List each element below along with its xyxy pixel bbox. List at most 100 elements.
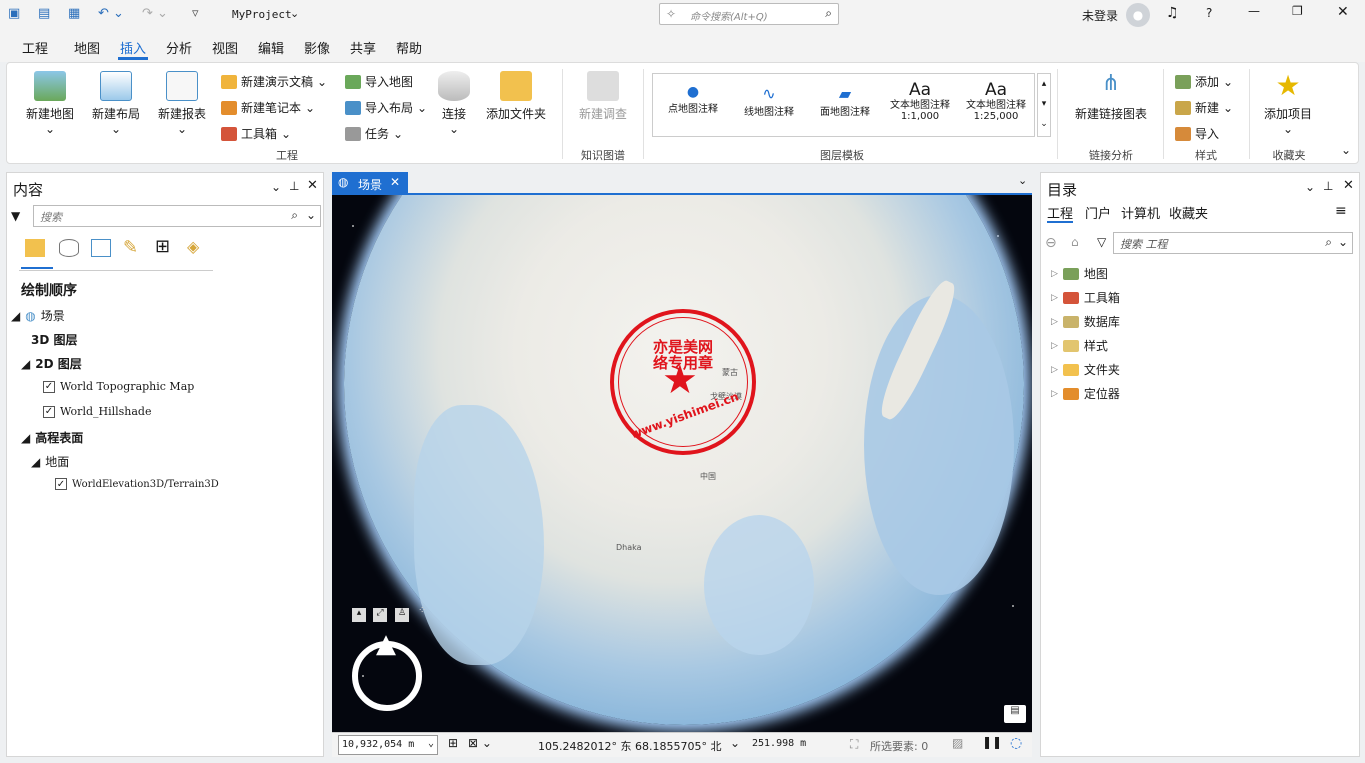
snapping-icon[interactable]: ⊞ [155, 236, 170, 257]
add-folder-button[interactable]: 添加文件夹 [483, 71, 549, 122]
scale-select[interactable]: 10,932,054 m ⌄ [338, 735, 438, 755]
drawing-order-icon[interactable] [25, 239, 45, 257]
tab-share[interactable]: 共享 [350, 38, 376, 57]
command-search-input[interactable]: ✧ 命令搜索(Alt+Q) ⌕ [659, 3, 839, 25]
new-map-button[interactable]: 新建地图 ⌄ [21, 71, 79, 136]
back-icon[interactable]: ⊖ [1045, 235, 1057, 251]
catalog-item-toolboxes[interactable]: ▷ 工具箱 [1051, 289, 1120, 306]
full-extent-icon[interactable]: ⤢ [373, 608, 387, 622]
chevron-down-icon[interactable]: ⌄ [730, 736, 740, 750]
tab-scene-view[interactable]: ◍ 场景 ✕ [332, 172, 408, 195]
add-style-button[interactable]: 添加 ⌄ [1175, 73, 1233, 90]
scene-view[interactable]: 蒙古 戈壁沙漠 中国 Dhaka 亦是美网络专用章 ★ www.yishimei… [332, 195, 1032, 732]
layer-visibility-checkbox[interactable]: ✓ [43, 380, 55, 393]
layer-world-hillshade[interactable]: ✓ World_Hillshade [43, 405, 152, 418]
connect-button[interactable]: 连接 ⌄ [431, 71, 477, 136]
selection-icon[interactable] [91, 239, 111, 257]
chevron-down-icon[interactable]: ⌄ [306, 208, 316, 222]
menu-icon[interactable]: ≡ [1335, 203, 1347, 219]
tab-catalog-project[interactable]: 工程 [1047, 203, 1073, 222]
new-notebook-button[interactable]: 新建笔记本 ⌄ [221, 99, 315, 116]
redo-icon[interactable]: ↷ ⌄ [142, 6, 168, 21]
labeling-icon[interactable]: ◈ [187, 237, 199, 256]
tree-item-3d-layers[interactable]: 3D 图层 [31, 331, 78, 348]
avatar[interactable]: ● [1126, 3, 1150, 27]
import-layout-button[interactable]: 导入布局 ⌄ [345, 99, 427, 116]
close-icon[interactable]: ✕ [307, 178, 318, 193]
tree-item-ground[interactable]: ◢ 地面 [31, 453, 69, 470]
tab-map[interactable]: 地图 [74, 38, 100, 57]
chevron-down-icon[interactable]: ⌄ [271, 180, 281, 194]
project-name[interactable]: MyProject [232, 8, 292, 21]
tree-item-2d-layers[interactable]: ◢ 2D 图层 [21, 355, 82, 372]
new-style-button[interactable]: 新建 ⌄ [1175, 99, 1233, 116]
minimize-icon[interactable]: — [1248, 4, 1260, 18]
pin-icon[interactable]: ⊥ [1323, 179, 1333, 193]
point-annotation-template[interactable]: ● 点地图注释 [657, 84, 729, 115]
text-annotation-1000-template[interactable]: Aa 文本地图注释 1:1,000 [883, 80, 957, 122]
tab-catalog-portal[interactable]: 门户 [1085, 203, 1111, 222]
catalog-item-folders[interactable]: ▷ 文件夹 [1051, 361, 1120, 378]
tab-analysis[interactable]: 分析 [166, 38, 192, 57]
new-survey-button[interactable]: 新建调查 [571, 71, 635, 122]
new-layout-button[interactable]: 新建布局 ⌄ [87, 71, 145, 136]
map-status-icon[interactable]: ▤ [1004, 705, 1026, 723]
polygon-annotation-template[interactable]: ▰ 面地图注释 [809, 84, 881, 118]
tab-project[interactable]: 工程 [22, 38, 48, 57]
collapse-nav-icon[interactable]: ▴ [352, 608, 366, 622]
layer-visibility-checkbox[interactable]: ✓ [55, 478, 67, 490]
tab-insert[interactable]: 插入 [120, 38, 146, 57]
open-project-icon[interactable]: ▤ [38, 6, 50, 21]
new-project-icon[interactable]: ▣ [8, 6, 20, 21]
text-annotation-25000-template[interactable]: Aa 文本地图注释 1:25,000 [959, 80, 1033, 122]
toolbox-button[interactable]: 工具箱 ⌄ [221, 125, 291, 142]
catalog-item-maps[interactable]: ▷ 地图 [1051, 265, 1108, 282]
home-icon[interactable]: ⌂ [1071, 235, 1079, 249]
close-icon[interactable]: ✕ [390, 175, 400, 189]
new-presentation-button[interactable]: 新建演示文稿 ⌄ [221, 73, 327, 90]
grid-icon[interactable]: ⊞ [448, 736, 458, 750]
add-item-button[interactable]: ★ 添加项目 ⌄ [1259, 71, 1317, 137]
restore-icon[interactable]: ❐ [1292, 4, 1303, 18]
contents-search-input[interactable]: 搜索 ⌕ ⌄ [33, 205, 321, 227]
tab-catalog-computer[interactable]: 计算机 [1121, 203, 1160, 222]
ribbon-collapse-icon[interactable]: ⌄ [1341, 143, 1351, 157]
chevron-down-icon[interactable]: ⌄ [1305, 180, 1315, 194]
line-annotation-template[interactable]: ∿ 线地图注释 [733, 84, 805, 118]
chevron-down-icon[interactable]: ⌄ [1338, 235, 1348, 249]
tree-item-elevation[interactable]: ◢ 高程表面 [21, 429, 83, 446]
gallery-scroll[interactable]: ▴ ▾ ⌄ [1037, 73, 1051, 137]
customize-qat-icon[interactable]: ▿ [192, 6, 199, 21]
save-project-icon[interactable]: ▦ [68, 6, 80, 21]
tab-view[interactable]: 视图 [212, 38, 238, 57]
sign-in-status[interactable]: 未登录 [1082, 7, 1118, 24]
new-report-button[interactable]: 新建报表 ⌄ [153, 71, 211, 136]
undo-icon[interactable]: ↶ ⌄ [98, 6, 124, 21]
chevron-down-icon[interactable]: ⌄ [290, 7, 299, 20]
navigator-icon[interactable]: ▲ [352, 629, 422, 711]
layer-visibility-checkbox[interactable]: ✓ [43, 405, 55, 418]
data-source-icon[interactable] [59, 239, 79, 257]
filter-icon[interactable]: ▽ [1097, 235, 1106, 249]
layer-terrain[interactable]: ✓ WorldElevation3D/Terrain3D [55, 478, 219, 490]
pin-icon[interactable]: ⊥ [289, 179, 299, 193]
editing-icon[interactable]: ✎ [123, 237, 138, 258]
layer-world-topographic[interactable]: ✓ World Topographic Map [43, 380, 194, 393]
catalog-item-databases[interactable]: ▷ 数据库 [1051, 313, 1120, 330]
catalog-item-locators[interactable]: ▷ 定位器 [1051, 385, 1120, 402]
filter-icon[interactable]: ▼ [11, 209, 20, 223]
tab-catalog-favorites[interactable]: 收藏夹 [1169, 203, 1208, 222]
task-button[interactable]: 任务 ⌄ [345, 125, 403, 142]
tab-help[interactable]: 帮助 [396, 38, 422, 57]
import-map-button[interactable]: 导入地图 [345, 73, 413, 90]
help-icon[interactable]: ? [1206, 6, 1212, 20]
chevron-down-icon[interactable]: ⌄ [1018, 174, 1027, 187]
close-icon[interactable]: ✕ [1343, 178, 1354, 193]
close-icon[interactable]: ✕ [1337, 4, 1349, 20]
tab-imagery[interactable]: 影像 [304, 38, 330, 57]
catalog-search-input[interactable]: 搜索 工程 ⌕ ⌄ [1113, 232, 1353, 254]
first-person-icon[interactable]: ♙ [395, 608, 409, 622]
catalog-item-styles[interactable]: ▷ 样式 [1051, 337, 1108, 354]
import-style-button[interactable]: 导入 [1175, 125, 1219, 142]
refresh-view-icon[interactable]: ▨ [952, 736, 963, 750]
